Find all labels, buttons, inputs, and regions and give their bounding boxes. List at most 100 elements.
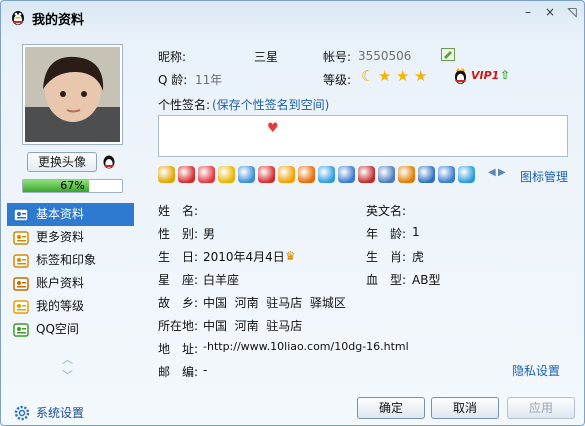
sidebar-item-label: 我的等级 (36, 299, 85, 313)
pin-icon[interactable]: ◹ (561, 4, 583, 20)
service-badge-icon[interactable] (158, 166, 175, 183)
qq-penguin-icon[interactable] (101, 153, 117, 171)
gender-value: 男 (203, 227, 216, 241)
tag-icon (13, 254, 29, 268)
sidebar-item-3[interactable]: 标签和印象 (7, 249, 134, 272)
apply-button[interactable]: 应用 (507, 397, 575, 419)
service-badge-icon[interactable] (218, 166, 235, 183)
sidebar-item-1[interactable]: 基本资料 (7, 203, 134, 226)
age-label: 年 龄: (366, 227, 407, 241)
sidebar: 更换头像 67% 基本资料 更多资料 标签和印象 账户资料 我的等级 QQ空间 ︿ ﹀ 系… (7, 37, 135, 421)
sidebar-item-label: QQ空间 (36, 322, 79, 336)
service-badge-icon[interactable] (278, 166, 295, 183)
star-level-icon: ★ (378, 67, 392, 85)
window-title: 我的资料 (32, 13, 85, 28)
address-value: -http://www.10liao.com/10dg-16.html (203, 340, 409, 353)
sidebar-item-label: 更多资料 (36, 230, 85, 244)
sidebar-item-2[interactable]: 更多资料 (7, 226, 134, 249)
sidebar-item-4[interactable]: 账户资料 (7, 272, 134, 295)
service-badge-icon[interactable] (298, 166, 315, 183)
id-card-icon (13, 208, 29, 222)
english-name-label: 英文名: (366, 204, 407, 218)
birthday-value: 2010年4月4日 (203, 250, 285, 264)
vip-penguin-icon (455, 68, 466, 84)
sidebar-item-5[interactable]: 我的等级 (7, 295, 134, 318)
sidebar-item-label: 标签和印象 (36, 253, 97, 267)
star-level-icon: ★ (414, 67, 428, 85)
moon-level-icon: ☾ (361, 67, 375, 85)
sidebar-item-label: 账户资料 (36, 276, 85, 290)
button-bar: 确定 取消 应用 (1, 393, 584, 425)
service-badge-icon[interactable] (318, 166, 335, 183)
location-value: 中国 河南 驻马店 (203, 319, 303, 333)
service-badge-icon[interactable] (338, 166, 355, 183)
location-label: 所在地: (158, 319, 199, 333)
minimize-icon[interactable]: – (517, 4, 539, 20)
name-label: 姓 名: (158, 204, 199, 218)
blood-value: AB型 (412, 273, 441, 287)
crown-icon: ♛ (285, 249, 296, 263)
service-badge-icon[interactable] (258, 166, 275, 183)
constellation-label: 星 座: (158, 273, 199, 287)
cancel-button[interactable]: 取消 (431, 397, 499, 419)
signature-content: ♥ (267, 121, 279, 136)
star-level-icon: ★ (396, 67, 410, 85)
service-badge-icon[interactable] (458, 166, 475, 183)
avatar-photo (25, 47, 120, 142)
nickname-value: 三星 (254, 50, 279, 64)
zip-label: 邮 编: (158, 365, 199, 379)
edit-card-icon[interactable] (441, 48, 455, 61)
ok-button[interactable]: 确定 (357, 397, 425, 419)
star-badge-icon (13, 300, 29, 314)
service-badge-icon[interactable] (198, 166, 215, 183)
scroll-down-icon[interactable]: ﹀ (62, 367, 73, 383)
zip-value: - (203, 363, 208, 377)
privacy-settings-link[interactable]: 隐私设置 (512, 362, 560, 379)
profile-panel: 昵称: 三星 帐号: 3550506 Q 龄: 11年 等级: ☾ ★ ★ ★ … (139, 37, 579, 389)
level-label: 等级: (323, 73, 352, 87)
qzone-icon (13, 323, 29, 337)
profile-completeness-bar: 67% (22, 179, 123, 193)
account-label: 帐号: (323, 50, 352, 64)
sidebar-item-label: 基本资料 (36, 207, 85, 221)
zodiac-label: 生 肖: (366, 250, 407, 264)
change-avatar-button[interactable]: 更换头像 (27, 152, 97, 172)
service-badge-icon[interactable] (398, 166, 415, 183)
signature-input[interactable]: ♥ (158, 115, 568, 157)
service-badge-icon[interactable] (358, 166, 375, 183)
profile-window: 我的资料 – × ◹ 更换头像 67% 基本资料 更多资料 标签和印象 账户资料 我的等 (0, 0, 585, 426)
signature-label: 个性签名: (158, 98, 211, 112)
hometown-value: 中国 河南 驻马店 驿城区 (203, 296, 346, 310)
scroll-up-icon[interactable]: ︿ (62, 351, 73, 367)
address-label: 地 址: (158, 342, 199, 356)
close-icon[interactable]: × (539, 4, 561, 20)
age-value: 1 (412, 225, 420, 239)
qage-label: Q 龄: (158, 73, 188, 87)
zodiac-value: 虎 (412, 250, 425, 264)
sidebar-item-6[interactable]: QQ空间 (7, 318, 134, 341)
id-stack-icon (13, 231, 29, 245)
title-bar[interactable]: 我的资料 – × ◹ (1, 1, 584, 35)
blood-label: 血 型: (366, 273, 407, 287)
gender-label: 性 别: (158, 227, 199, 241)
badge-prev-icon[interactable]: ◀ (488, 167, 496, 178)
nickname-label: 昵称: (158, 50, 187, 64)
service-badge-icon[interactable] (378, 166, 395, 183)
badge-next-icon[interactable]: ▶ (498, 167, 506, 178)
account-value: 3550506 (358, 49, 412, 63)
birthday-label: 生 日: (158, 250, 199, 264)
service-badge-icon[interactable] (418, 166, 435, 183)
constellation-value: 白羊座 (203, 273, 240, 287)
progress-label: 67% (60, 179, 85, 192)
service-badge-icon[interactable] (178, 166, 195, 183)
qage-value: 11年 (195, 73, 223, 87)
nav-list: 基本资料更多资料标签和印象账户资料我的等级 QQ空间 (7, 203, 134, 341)
avatar[interactable] (22, 44, 123, 145)
service-badge-icon[interactable] (238, 166, 255, 183)
user-card-icon (13, 277, 29, 291)
icon-manage-link[interactable]: 图标管理 (520, 168, 568, 185)
level-up-icon: ⇧ (500, 68, 511, 82)
vip-badge[interactable]: VIP1 (471, 69, 499, 82)
save-signature-link[interactable]: (保存个性签名到空间) (212, 96, 329, 113)
service-badge-icon[interactable] (438, 166, 455, 183)
